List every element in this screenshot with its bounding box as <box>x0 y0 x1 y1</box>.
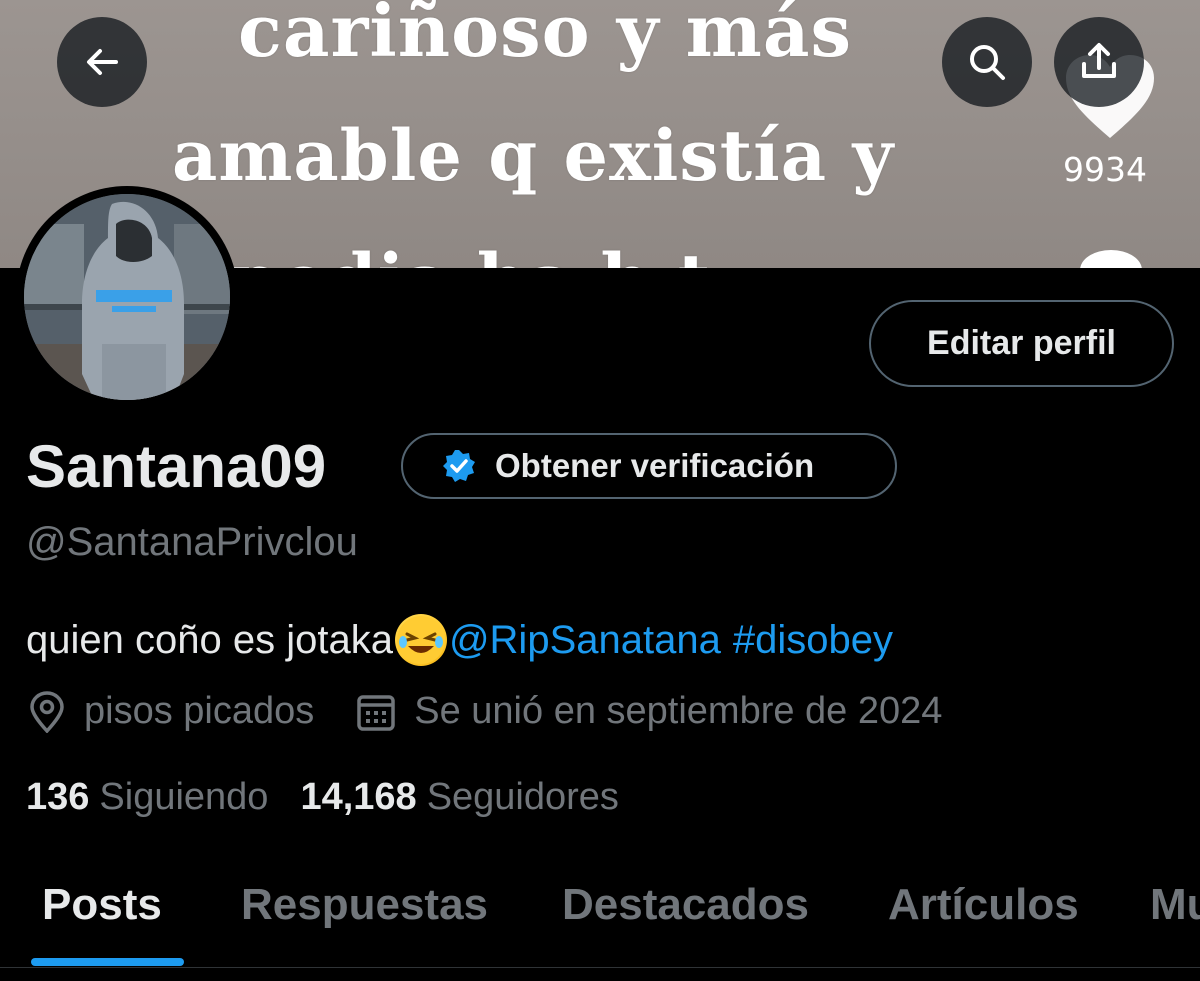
verified-badge-icon <box>443 450 475 482</box>
back-button[interactable] <box>57 17 147 107</box>
avatar[interactable] <box>16 186 238 408</box>
bio-text: quien coño es jotaka <box>26 617 393 662</box>
tab-articulos[interactable]: Artículos <box>888 880 1079 930</box>
profile-meta: pisos picados Se unió en septiembre de 2… <box>28 690 942 733</box>
location-item: pisos picados <box>28 690 314 733</box>
banner-text-line: podia ha h t <box>230 238 711 268</box>
display-name: Santana09 <box>26 433 327 500</box>
user-handle: @SantanaPrivclou <box>26 520 358 564</box>
joined-text: Se unió en septiembre de 2024 <box>414 690 943 732</box>
comment-icon <box>1080 250 1142 268</box>
tab-destacados[interactable]: Destacados <box>562 880 809 930</box>
avatar-image <box>24 194 230 400</box>
active-tab-indicator <box>31 958 184 966</box>
banner-text-line: amable q existía y <box>172 114 895 197</box>
bio-mention-link[interactable]: @RipSanatana <box>449 618 721 663</box>
rofl-emoji-icon <box>394 614 447 666</box>
location-pin-icon <box>30 690 64 733</box>
followers-count: 14,168 <box>300 776 417 818</box>
search-icon <box>970 45 1005 80</box>
share-button[interactable] <box>1054 17 1144 107</box>
follow-stats: 136 Siguiendo 14,168 Seguidores <box>26 776 619 819</box>
get-verified-button[interactable]: Obtener verificación <box>401 433 897 499</box>
followers-link[interactable]: 14,168 Seguidores <box>300 776 618 819</box>
following-label: Siguiendo <box>99 776 269 818</box>
location-text: pisos picados <box>84 690 315 732</box>
bio: quien coño es jotaka @RipSanatana #disob… <box>26 614 893 666</box>
search-button[interactable] <box>942 17 1032 107</box>
tab-more-cutoff[interactable]: Mu <box>1150 880 1200 930</box>
banner-text-line: cariñoso y más <box>238 0 853 73</box>
banner-like-count: 9934 <box>1063 150 1147 189</box>
edit-profile-button[interactable]: Editar perfil <box>869 300 1174 387</box>
calendar-icon <box>357 694 395 731</box>
arrow-left-icon <box>87 49 118 75</box>
followers-label: Seguidores <box>426 776 619 818</box>
get-verified-label: Obtener verificación <box>495 447 815 484</box>
tab-posts[interactable]: Posts <box>42 880 162 930</box>
following-count: 136 <box>26 776 90 818</box>
tab-respuestas[interactable]: Respuestas <box>241 880 488 930</box>
profile-tabs: Posts Respuestas Destacados Artículos Mu <box>0 860 1200 968</box>
avatar-photo <box>24 194 230 400</box>
bio-hashtag-link[interactable]: #disobey <box>733 618 893 663</box>
share-upload-icon <box>1082 43 1116 78</box>
following-link[interactable]: 136 Siguiendo <box>26 776 268 819</box>
joined-item: Se unió en septiembre de 2024 <box>356 690 942 733</box>
